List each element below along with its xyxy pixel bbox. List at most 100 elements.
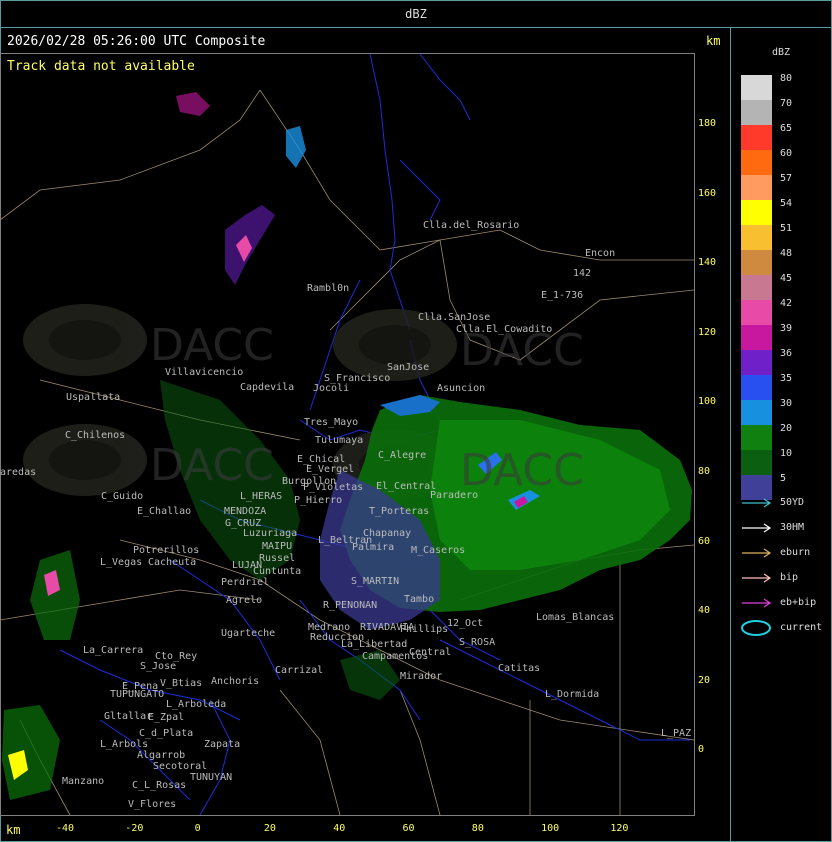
place-label: E_1-736 (541, 290, 584, 301)
place-label: C_Chilenos (65, 430, 126, 441)
place-label: Russel (259, 553, 296, 564)
place-label: Uspallata (66, 392, 121, 403)
place-label: Cacheuta (148, 557, 197, 568)
place-label: Clla.del_Rosario (423, 220, 520, 231)
track-arrow-icon (742, 523, 772, 533)
place-label: TUNUYAN (190, 772, 233, 783)
legend-swatch (741, 325, 772, 350)
place-label: Phillips (400, 624, 449, 635)
legend-swatch-label: 39 (780, 323, 793, 334)
place-label: Tambo (404, 594, 435, 605)
echo-band-core-2 (286, 126, 306, 168)
legend-swatch-label: 80 (780, 73, 793, 84)
legend-swatch (741, 300, 772, 325)
place-label: Mirador (400, 671, 443, 682)
legend-swatch (741, 175, 772, 200)
place-label: Campamentos (362, 651, 429, 662)
panel-title: dBZ (405, 7, 427, 21)
place-label: C_Guido (101, 491, 144, 502)
legend-swatch-label: 70 (780, 98, 793, 109)
place-label: Rambl0n (307, 283, 350, 294)
track-arrow-icon (742, 598, 772, 608)
x-tick-label: 80 (471, 823, 484, 834)
place-label: Secotoral (153, 761, 208, 772)
place-label: Tres_Mayo (304, 417, 359, 428)
place-label: R_PENONAN (323, 600, 378, 611)
echo-band-core-3 (176, 92, 210, 116)
legend-swatch-label: 42 (780, 298, 793, 309)
x-tick-label: -20 (125, 823, 144, 834)
place-label: Lomas_Blancas (536, 612, 615, 623)
y-tick-label: 0 (698, 744, 705, 756)
legend-swatch (741, 450, 772, 475)
y-tick-label: 140 (698, 257, 717, 269)
radar-display: DACC DACC DACC DACC dBZ 2026/02/28 05:26:00… (0, 0, 832, 842)
place-label: Cuntunta (253, 566, 302, 577)
legend-swatch (741, 125, 772, 150)
scan-timestamp: 2026/02/28 05:26:00 UTC Composite (7, 34, 266, 49)
legend-swatch-label: 60 (780, 148, 793, 159)
y-tick-label: 60 (698, 535, 711, 547)
place-label: E_Zpal (148, 712, 185, 723)
place-label: Agrelo (226, 595, 263, 606)
place-label: C_L_Rosas (132, 780, 187, 791)
place-label: 142 (573, 268, 592, 279)
legend-swatch-label: 48 (780, 248, 793, 259)
legend-swatch (741, 425, 772, 450)
legend-swatch (741, 275, 772, 300)
echo-southwest-cell (2, 705, 60, 800)
place-label: Manzano (62, 776, 105, 787)
place-label: Clla.SanJose (418, 312, 491, 323)
track-arrow-icon (742, 573, 772, 583)
legend-swatch-label: 65 (780, 123, 793, 134)
place-label: MAIPU (262, 541, 293, 552)
y-tick-label: 80 (698, 466, 711, 477)
place-label: Paradero (430, 490, 479, 501)
y-tick-label: 120 (698, 326, 717, 338)
x-tick-label: -40 (56, 823, 75, 834)
place-label: aredas (0, 467, 37, 478)
track-legend-label: current (780, 622, 823, 633)
legend-swatch-label: 30 (780, 398, 793, 409)
axis-unit-x: km (6, 823, 21, 837)
track-arrow-icon (742, 548, 772, 558)
y-tick-label: 180 (698, 118, 717, 129)
place-label: Luzuriaga (243, 528, 298, 539)
track-legend-label: 30HM (780, 522, 805, 533)
legend-swatch-label: 57 (780, 173, 793, 184)
watermark-text: DACC (150, 320, 274, 371)
watermark-text: DACC (460, 445, 584, 496)
current-position-icon (741, 620, 771, 636)
place-label: P_Hierro (294, 495, 343, 506)
place-label: Anchoris (211, 676, 260, 687)
track-status: Track data not available (7, 59, 195, 74)
place-label: La_Carrera (83, 645, 144, 656)
place-label: M_Caseros (411, 545, 466, 556)
watermark-text: DACC (150, 440, 274, 491)
place-label: Villavicencio (165, 367, 244, 378)
legend-swatch-label: 35 (780, 373, 793, 384)
place-label: Gltallar (104, 711, 153, 722)
x-tick-label: 0 (194, 823, 201, 834)
place-label: Encon (585, 248, 616, 259)
place-label: P_Violetas (303, 482, 364, 493)
place-label: La_Libertad (341, 639, 408, 650)
place-label: T_Porteras (369, 506, 430, 517)
place-label: Capdevila (240, 382, 295, 393)
place-label: C_Alegre (378, 450, 427, 461)
place-label: C_d_Plata (139, 728, 194, 739)
legend-swatch (741, 75, 772, 100)
place-label: Potrerillos (133, 545, 200, 556)
y-tick-label: 20 (698, 674, 711, 686)
legend-swatch (741, 150, 772, 175)
legend-swatch-label: 5 (780, 473, 787, 484)
place-label: Carrizal (275, 665, 324, 676)
place-label: SanJose (387, 362, 430, 373)
place-label: Algarrob (137, 750, 186, 761)
place-label: S_Jose (140, 661, 177, 672)
x-tick-label: 20 (263, 823, 276, 834)
place-label: E_Challao (137, 506, 192, 517)
legend-swatch (741, 400, 772, 425)
echo-west-cell (30, 550, 80, 640)
place-label: L_Arboleda (166, 699, 227, 710)
